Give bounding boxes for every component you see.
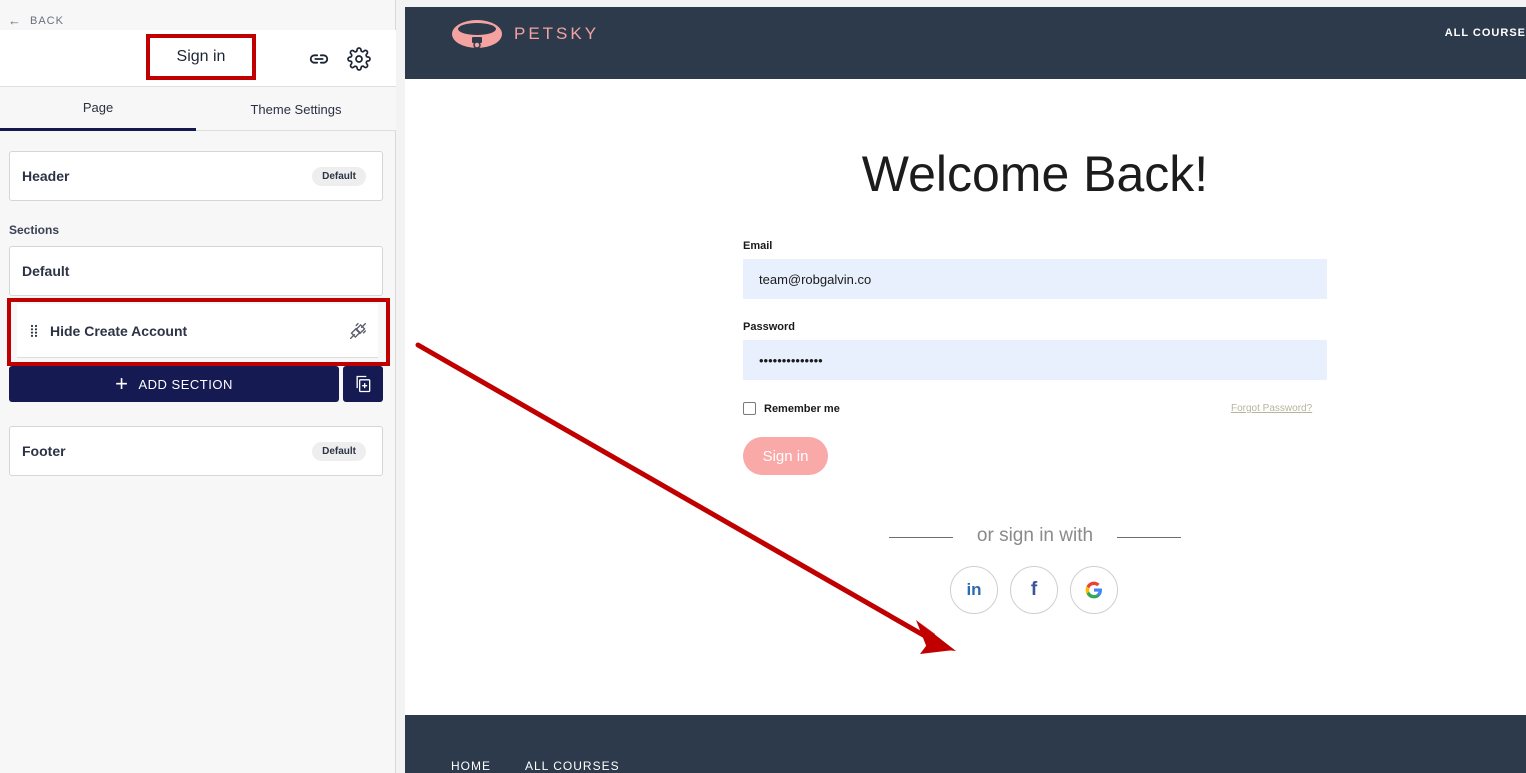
app-root: ← BACK Sign in Page Theme Settings Heade… bbox=[0, 0, 1526, 773]
plug-icon[interactable] bbox=[347, 320, 369, 342]
editor-panel: ← BACK Sign in Page Theme Settings Heade… bbox=[0, 0, 396, 773]
page-title[interactable]: Sign in bbox=[146, 34, 256, 80]
footer-section-label: Footer bbox=[22, 443, 66, 459]
plus-icon: + bbox=[115, 371, 129, 396]
section-label: Hide Create Account bbox=[50, 323, 188, 339]
facebook-icon: f bbox=[1030, 579, 1038, 600]
section-card-hide-create-account[interactable]: Hide Create Account bbox=[17, 304, 378, 358]
back-label: BACK bbox=[30, 14, 64, 27]
footer-section-card[interactable]: Footer Default bbox=[9, 426, 383, 476]
linkedin-icon: in bbox=[966, 580, 982, 599]
link-icon[interactable] bbox=[308, 48, 330, 70]
divider-right bbox=[1117, 537, 1181, 538]
collar-logo-icon bbox=[452, 20, 502, 49]
divider-left bbox=[889, 537, 953, 538]
email-field[interactable]: team@robgalvin.co bbox=[743, 259, 1327, 299]
editor-tabs: Page Theme Settings bbox=[0, 87, 396, 131]
site-logo[interactable]: PETSKY bbox=[450, 17, 599, 51]
footer-nav-home[interactable]: HOME bbox=[451, 759, 491, 773]
add-section-label: ADD SECTION bbox=[138, 376, 233, 392]
remember-label: Remember me bbox=[764, 402, 840, 415]
google-icon bbox=[1085, 581, 1102, 599]
brand-name: PETSKY bbox=[514, 24, 600, 43]
site-header: PETSKY ALL COURSE bbox=[405, 7, 1526, 79]
back-arrow-icon: ← bbox=[8, 13, 22, 28]
highlight-box: Hide Create Account bbox=[7, 298, 390, 366]
gear-icon[interactable] bbox=[347, 47, 371, 71]
default-badge: Default bbox=[312, 167, 366, 186]
back-link[interactable]: ← BACK bbox=[8, 13, 64, 28]
or-sign-in-text: or sign in with bbox=[976, 525, 1094, 546]
password-label: Password bbox=[743, 321, 795, 333]
password-field[interactable]: •••••••••••••• bbox=[743, 340, 1327, 380]
header-section-card[interactable]: Header Default bbox=[9, 151, 383, 201]
site-preview: PETSKY ALL COURSE Welcome Back! Email te… bbox=[405, 7, 1526, 773]
sign-in-button[interactable]: Sign in bbox=[743, 437, 828, 475]
drag-handle-icon[interactable] bbox=[29, 324, 39, 338]
welcome-heading: Welcome Back! bbox=[861, 146, 1209, 202]
add-section-button[interactable]: + ADD SECTION bbox=[9, 366, 339, 402]
tab-theme-settings[interactable]: Theme Settings bbox=[196, 87, 396, 131]
copy-section-button[interactable] bbox=[343, 366, 383, 402]
site-footer: HOME ALL COURSES bbox=[405, 715, 1526, 773]
section-label: Default bbox=[22, 263, 70, 279]
linkedin-button[interactable]: in bbox=[950, 566, 998, 614]
forgot-password-link[interactable]: Forgot Password? bbox=[1231, 403, 1312, 414]
page-title-bar: Sign in bbox=[0, 30, 396, 87]
section-card-default[interactable]: Default bbox=[9, 246, 383, 296]
copy-icon bbox=[356, 375, 371, 393]
remember-checkbox[interactable] bbox=[743, 402, 756, 415]
footer-nav-all-courses[interactable]: ALL COURSES bbox=[525, 759, 620, 773]
sections-heading: Sections bbox=[9, 223, 60, 237]
google-button[interactable] bbox=[1070, 566, 1118, 614]
email-label: Email bbox=[743, 240, 773, 252]
default-badge: Default bbox=[312, 442, 366, 461]
facebook-button[interactable]: f bbox=[1010, 566, 1058, 614]
tab-page[interactable]: Page bbox=[0, 87, 196, 131]
nav-all-courses[interactable]: ALL COURSE bbox=[1445, 27, 1526, 39]
remember-me[interactable]: Remember me bbox=[743, 402, 840, 415]
header-section-label: Header bbox=[22, 168, 70, 184]
